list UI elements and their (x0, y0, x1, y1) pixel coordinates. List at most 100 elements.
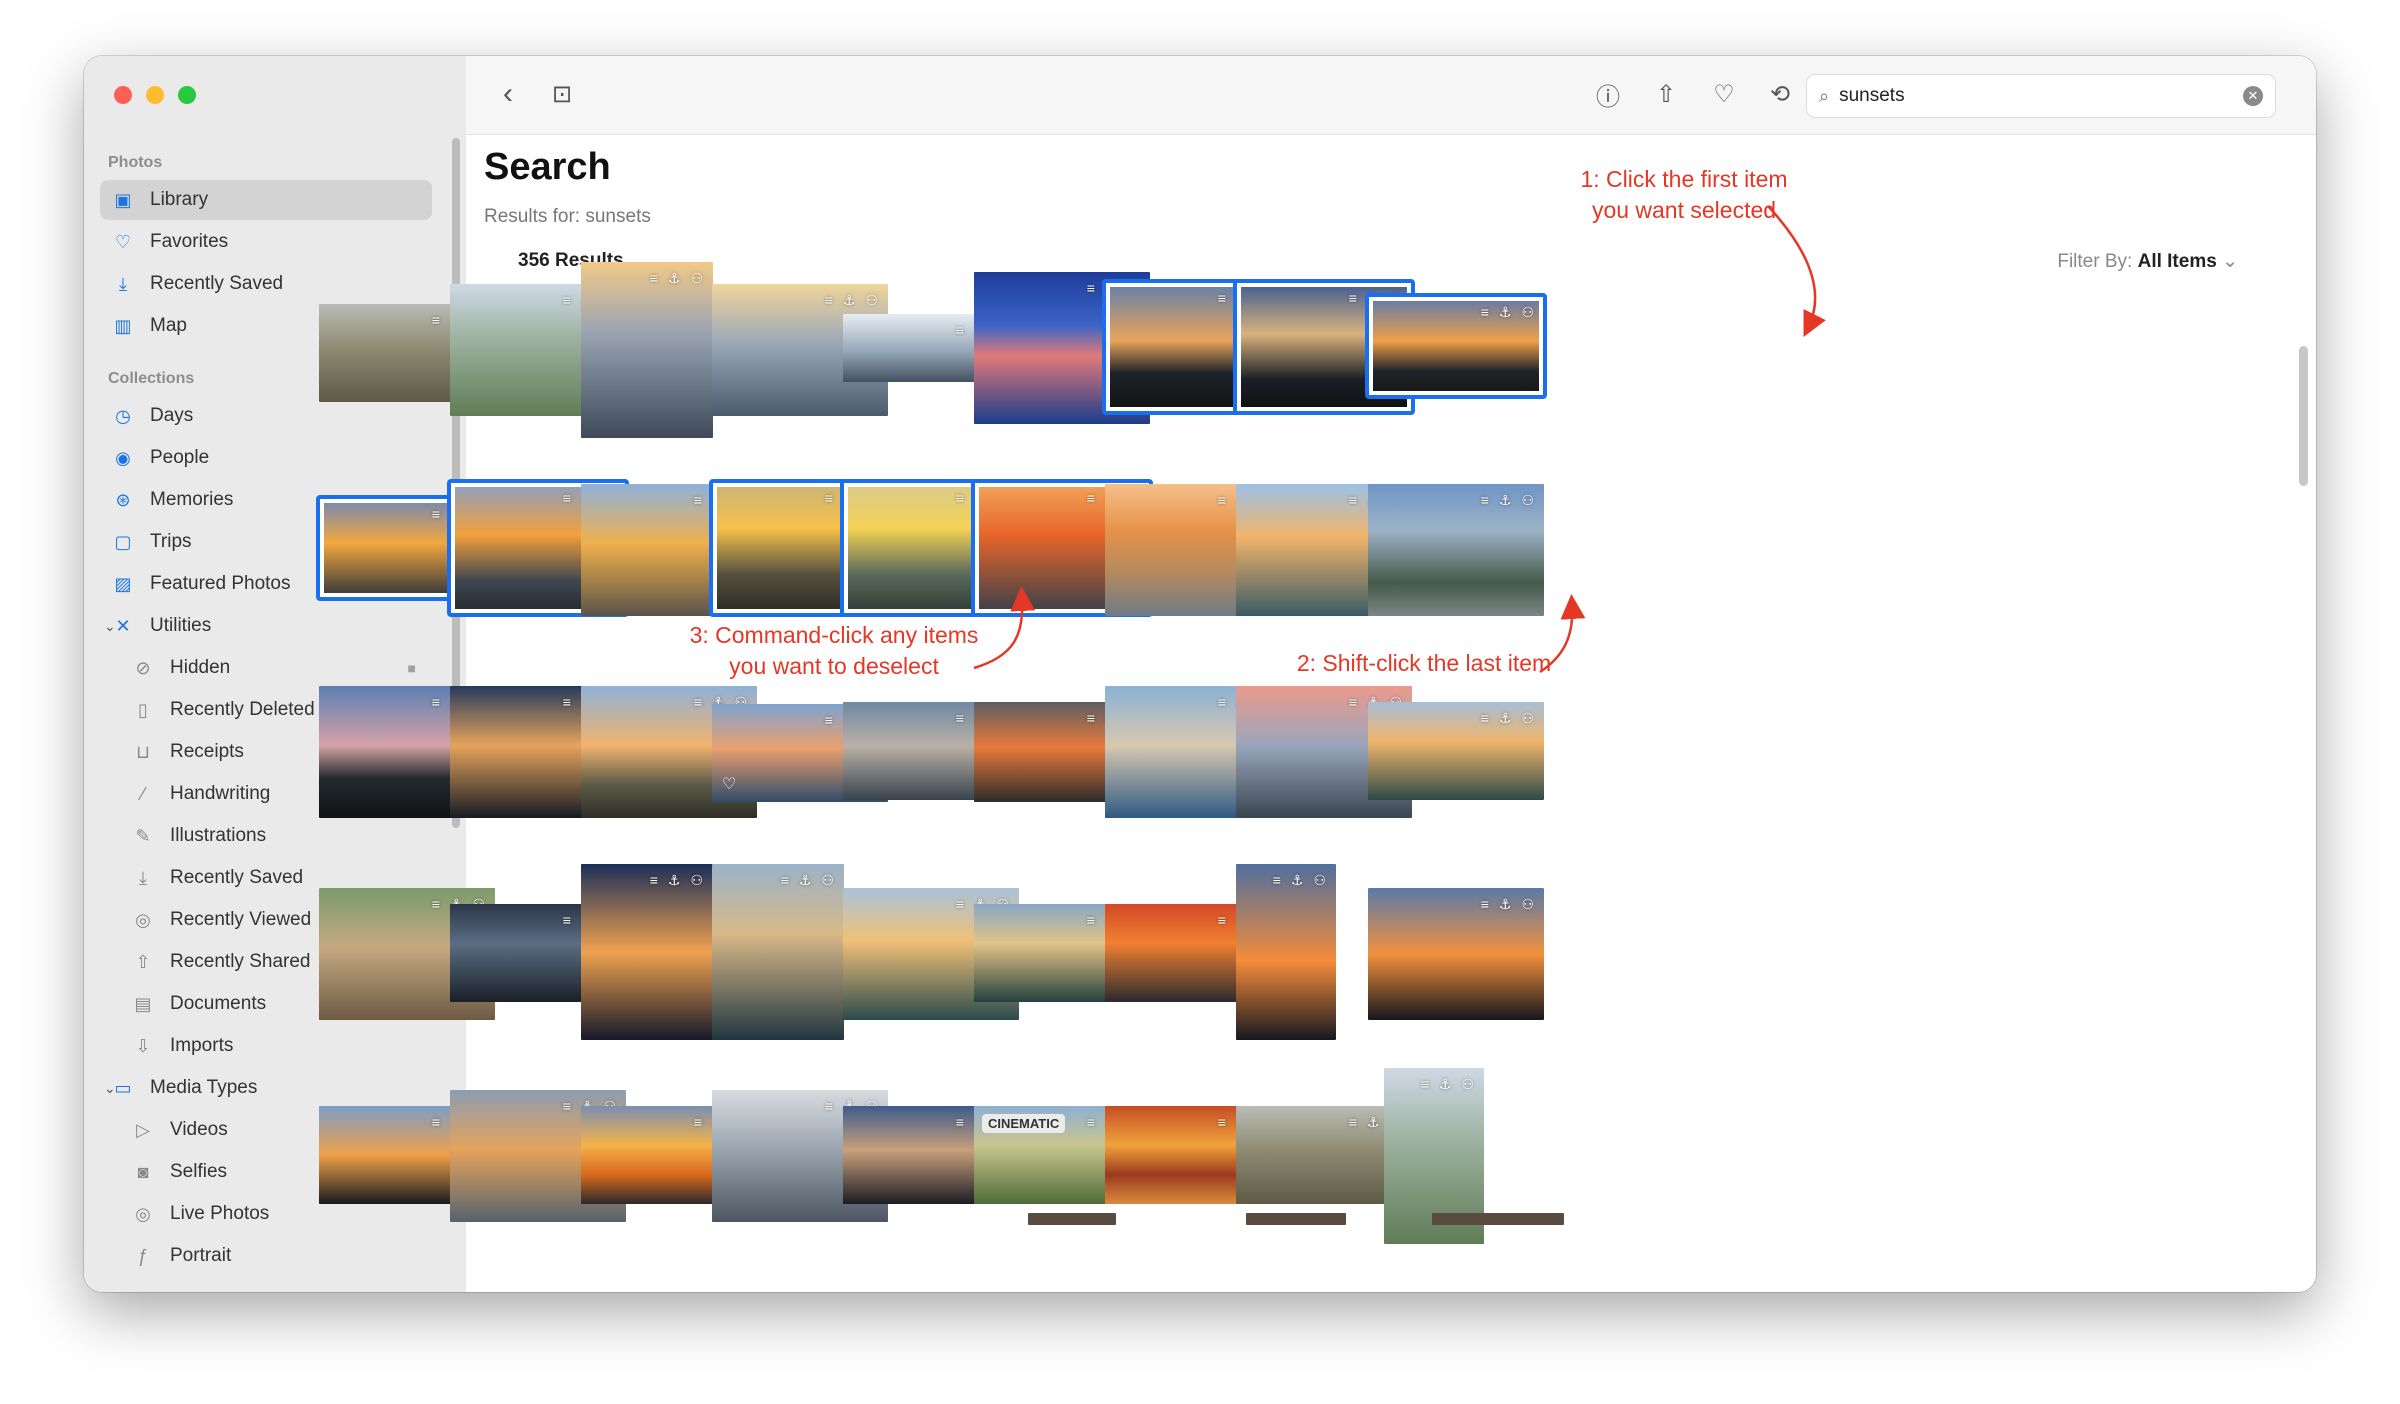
chevron-down-icon[interactable]: ⌄ (104, 1080, 116, 1097)
search-icon: ⌕ (1819, 85, 1830, 106)
results-for-label: Results for: sunsets (484, 206, 651, 227)
adjusted-icon: ≡ (649, 872, 658, 888)
search-input[interactable]: sunsets (1839, 85, 2243, 107)
brush-icon: ✎ (135, 825, 151, 846)
trash-icon: ▯ (138, 699, 148, 720)
cinematic-badge: CINEMATIC (982, 1114, 1066, 1133)
sidebar-item-portrait[interactable]: ƒ Portrait (120, 1236, 432, 1276)
share-icon[interactable]: ⇧ (1648, 76, 1684, 112)
adjusted-icon: ≡ (431, 694, 440, 710)
adjusted-icon: ≡ (824, 490, 833, 506)
photo-icon: ▨ (114, 573, 132, 594)
photo-thumbnail[interactable]: ≡ ⚓ ⚇ (1368, 702, 1544, 800)
photo-thumbnail[interactable] (1432, 1213, 1564, 1225)
sidebar-item-recently-saved[interactable]: ⤓ Recently Saved (100, 264, 432, 304)
shared-icon: ⚓ (1366, 1114, 1380, 1130)
photo-thumbnail[interactable]: ≡ ⚓ ⚇ (581, 864, 713, 1040)
photo-thumbnail[interactable]: ≡ ⚓ ⚇ (712, 864, 844, 1040)
photo-thumbnail[interactable] (1246, 1213, 1346, 1225)
grid-scrollbar[interactable] (2299, 346, 2308, 486)
sidebar-item-media-types[interactable]: ⌄ ▭ Media Types (100, 1068, 432, 1108)
photo-thumbnail[interactable]: ≡ ⚓ ⚇ (1368, 888, 1544, 1020)
adjusted-icon: ≡ (562, 1098, 571, 1114)
sidebar-item-people[interactable]: ◉ People (100, 438, 432, 478)
people-icon: ⚇ (1521, 304, 1534, 320)
annotation-step3-line2: you want to deselect (729, 653, 939, 679)
sidebar-item-label: Live Photos (170, 1203, 270, 1224)
sidebar-item-hidden[interactable]: ⊘ Hidden ■ (120, 648, 432, 688)
sidebar-item-library[interactable]: ▣ Library (100, 180, 432, 220)
photo-thumbnail[interactable]: ≡ ⚓ ⚇ (1236, 864, 1336, 1040)
slideshow-icon[interactable]: ⊡ (544, 76, 580, 112)
adjusted-icon: ≡ (1086, 710, 1095, 726)
photo-thumbnail[interactable]: ≡ ⚓ ⚇ (581, 262, 713, 438)
sidebar-item-illustrations[interactable]: ✎ Illustrations (120, 816, 432, 856)
sidebar-item-label: Utilities (150, 615, 212, 636)
adjusted-icon: ≡ (431, 312, 440, 328)
sidebar-item-label: Recently Saved (150, 273, 284, 294)
adjusted-icon: ≡ (431, 506, 440, 522)
clear-search-icon[interactable]: ✕ (2243, 86, 2263, 106)
shared-icon: ⚓ (1498, 492, 1512, 508)
people-icon: ⚇ (1461, 1076, 1474, 1092)
people-icon: ⚇ (1313, 872, 1326, 888)
people-icon: ⚇ (1521, 710, 1534, 726)
adjusted-icon: ≡ (1480, 492, 1489, 508)
photo-thumbnail[interactable] (1028, 1213, 1116, 1225)
sidebar-item-favorites[interactable]: ♡ Favorites (100, 222, 432, 262)
back-icon[interactable]: ‹ (490, 76, 526, 112)
sidebar-item-label: Portrait (170, 1245, 232, 1266)
eye-slash-icon: ⊘ (135, 657, 151, 678)
adjusted-icon: ≡ (780, 872, 789, 888)
sidebar-item-label: Library (150, 189, 209, 210)
thumbnail-badges: ≡ ⚓ ⚇ (1273, 872, 1326, 889)
thumbnail-badges: ≡ ⚓ ⚇ (1481, 896, 1534, 913)
chevron-down-icon[interactable]: ⌄ (104, 618, 116, 635)
annotation-step3-line1: 3: Command-click any items (689, 622, 979, 648)
adjusted-icon: ≡ (824, 712, 833, 728)
sidebar-item-label: Recently Viewed (170, 909, 312, 930)
person-icon: ◉ (115, 447, 131, 468)
selfie-icon: ◙ (137, 1161, 149, 1182)
thumbnail-badges: ≡ ⚓ ⚇ (781, 872, 834, 889)
sidebar-item-utilities[interactable]: ⌄ ✕ Utilities (100, 606, 432, 646)
toolbar: ‹ ⊡ ⓘ ⇧ ♡ ⟲ ⌕ sunsets ✕ (466, 56, 2316, 135)
sidebar-item-label: Selfies (170, 1161, 228, 1182)
recently-saved-icon: ⤓ (139, 867, 147, 888)
sidebar-item-label: Media Types (150, 1077, 258, 1098)
map-icon: ▥ (114, 315, 132, 336)
clock-icon: ◷ (115, 405, 131, 426)
sidebar-item-label: Featured Photos (150, 573, 291, 594)
sidebar-item-label: Documents (170, 993, 267, 1014)
rotate-icon[interactable]: ⟲ (1762, 76, 1798, 112)
shared-icon: ⚓ (1498, 304, 1512, 320)
document-icon: ▤ (134, 993, 152, 1014)
photo-thumbnail[interactable]: ≡ ⚓ ⚇ (1365, 293, 1547, 399)
photo-thumbnail[interactable]: ≡ ⚓ ⚇ (1368, 484, 1544, 616)
sidebar-item-imports[interactable]: ⇩ Imports (120, 1026, 432, 1066)
adjusted-icon: ≡ (1420, 1076, 1429, 1092)
live-icon: ◎ (135, 1203, 151, 1224)
heart-icon[interactable]: ♡ (1706, 76, 1742, 112)
adjusted-icon: ≡ (1086, 1114, 1095, 1130)
info-icon[interactable]: ⓘ (1590, 76, 1626, 112)
portrait-icon: ƒ (137, 1245, 148, 1266)
cart-icon: ⊔ (135, 741, 151, 762)
thumbnail-badges: ≡ ⚓ ⚇ (650, 270, 703, 287)
adjusted-icon: ≡ (693, 694, 702, 710)
library-icon: ▣ (114, 189, 132, 210)
thumbnail-badges: ≡ ⚓ ⚇ (650, 872, 703, 889)
thumbnail-badges: ≡ ⚓ ⚇ (1481, 492, 1534, 509)
shared-icon: ⚓ (1290, 872, 1304, 888)
sidebar-item-days[interactable]: ◷ Days (100, 396, 432, 436)
zoom-button[interactable] (178, 86, 196, 104)
video-icon: ▷ (136, 1119, 150, 1140)
adjusted-icon: ≡ (1086, 280, 1095, 296)
shared-icon: ⚓ (1438, 1076, 1452, 1092)
close-button[interactable] (114, 86, 132, 104)
pen-icon: ⁄ (141, 783, 145, 804)
adjusted-icon: ≡ (1348, 492, 1357, 508)
minimize-button[interactable] (146, 86, 164, 104)
search-field[interactable]: ⌕ sunsets ✕ (1806, 74, 2276, 118)
filter-menu[interactable]: Filter By: All Items ⌄ (2057, 250, 2238, 273)
